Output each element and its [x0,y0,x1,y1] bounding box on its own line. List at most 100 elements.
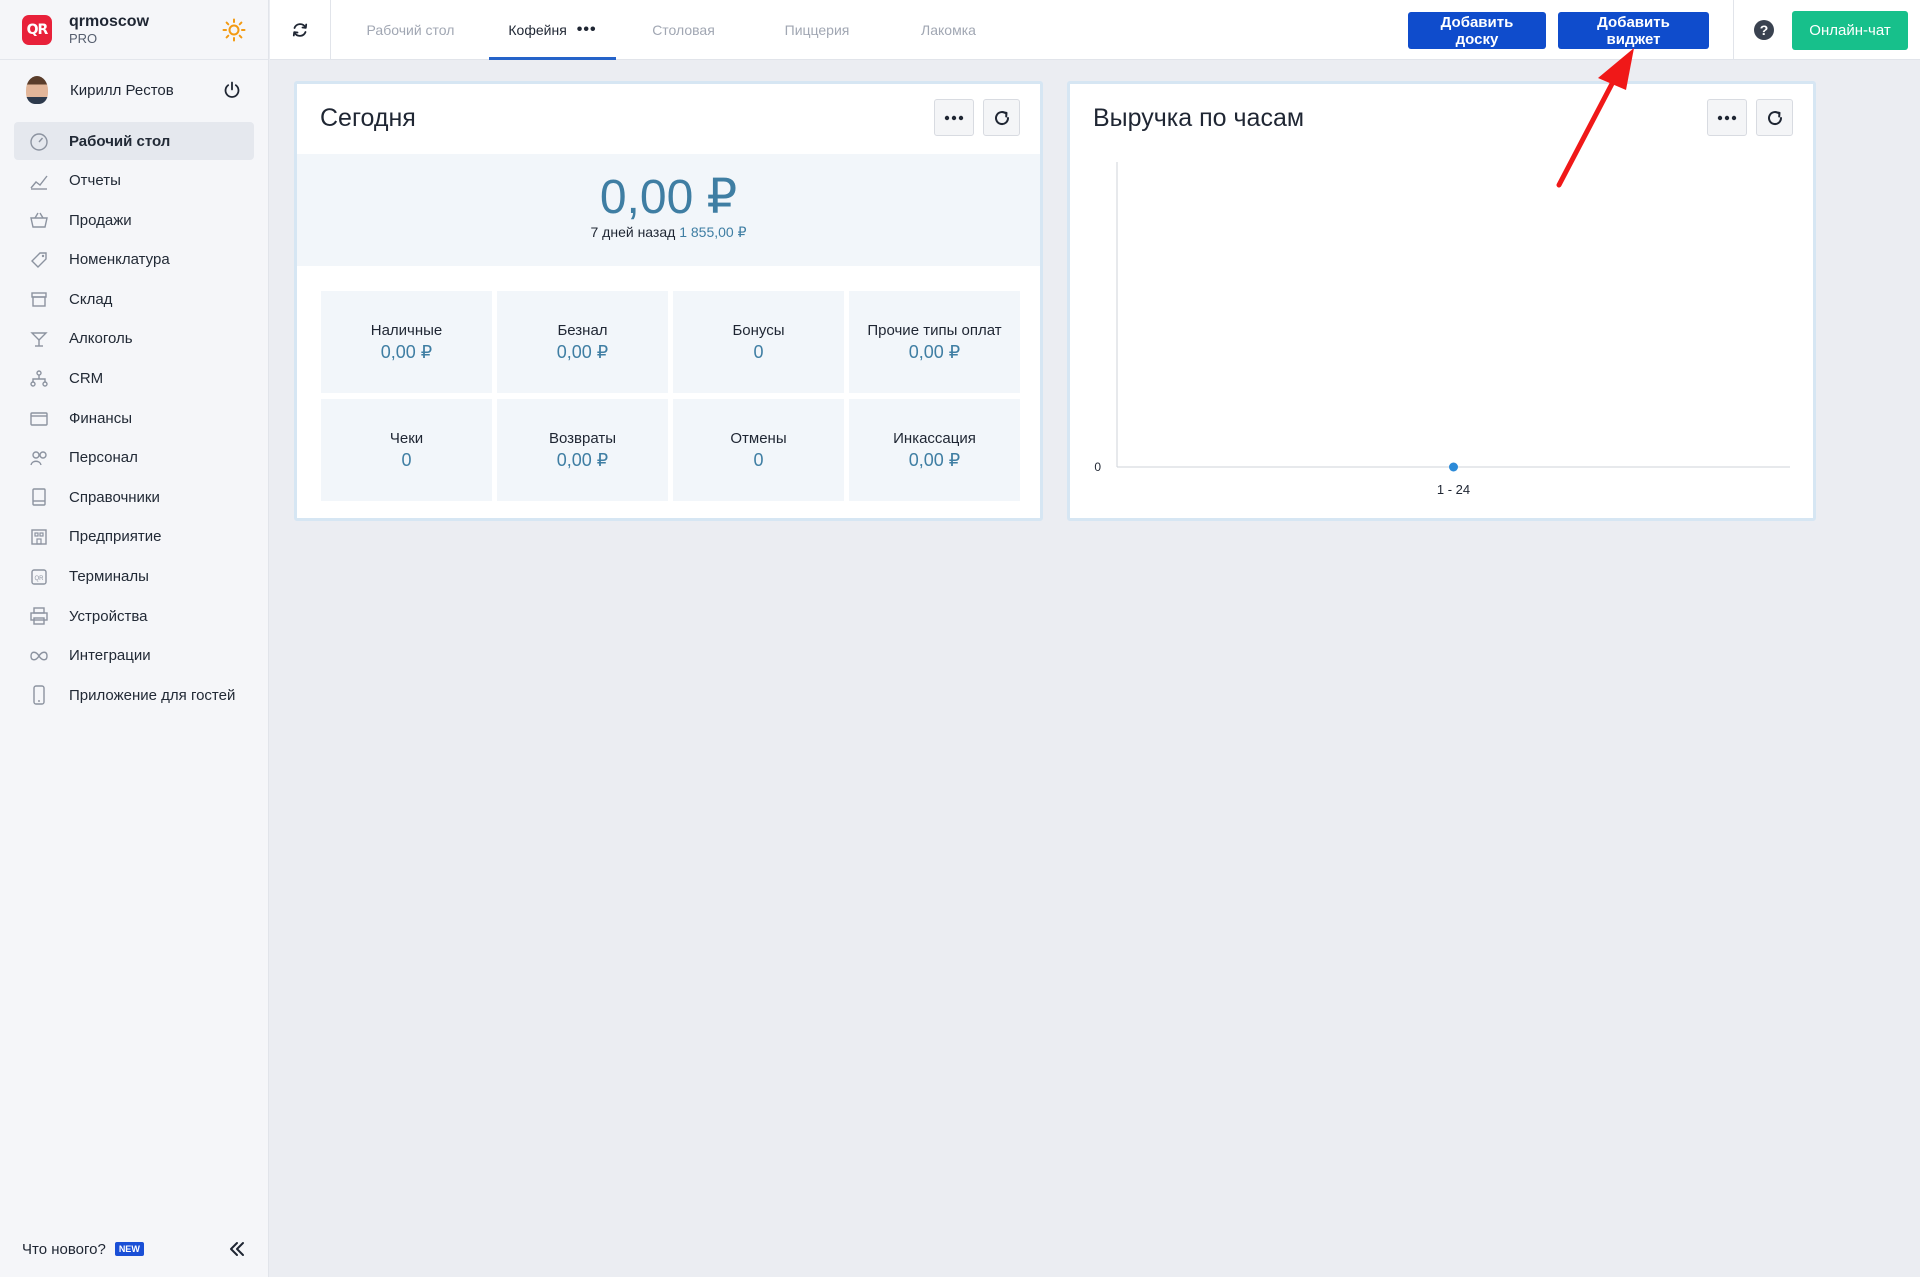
hourly-revenue-chart: 0 1 - 24 [1094,162,1790,497]
stat-label: Бонусы [732,321,785,339]
sidebar-item-10[interactable]: Предприятие [14,518,254,556]
refresh-icon [994,110,1009,125]
sidebar-item-12[interactable]: Устройства [14,597,254,635]
stat-value: 0 [753,449,764,470]
topbar-divider [1733,0,1734,60]
stat-value: 0,00 ₽ [908,449,961,470]
sidebar-item-4[interactable]: Склад [14,280,254,318]
tab-label: Пиццерия [784,22,850,38]
payment-stats-grid: Наличные 0,00 ₽ Безнал 0,00 ₽ Бонусы 0 Прочие … [321,291,1020,501]
brand-logo[interactable]: QR [22,14,52,45]
today-widget: Сегодня 0,00 ₽ 7 дней назад 1 855,00 ₽ Н… [294,81,1043,521]
today-total-band: 0,00 ₽ 7 дней назад 1 855,00 ₽ [297,154,1040,266]
sync-button[interactable] [270,0,331,60]
compare-label: 7 дней назад [590,224,676,240]
sidebar-item-label: Продажи [69,211,132,229]
stat-cell: Возвраты 0,00 ₽ [497,399,668,501]
user-row: Кирилл Рестов [0,60,268,120]
basket-icon [30,212,48,228]
whats-new-link[interactable]: Что нового? [22,1241,106,1258]
stat-label: Безнал [557,321,608,339]
reports-icon [30,175,48,190]
sidebar-item-label: Справочники [69,488,160,506]
sidebar-item-6[interactable]: CRM [14,360,254,398]
sidebar-item-7[interactable]: Финансы [14,399,254,437]
new-badge: NEW [114,1242,144,1256]
tag-icon [31,252,47,268]
stat-cell: Бонусы 0 [673,291,844,393]
widget-title: Сегодня [320,104,416,132]
tab-stolovaya[interactable]: Столовая [616,0,751,60]
stat-label: Наличные [370,321,443,339]
tab-label: Лакомка [921,22,976,38]
avatar[interactable] [26,76,48,104]
sidebar-item-label: Приложение для гостей [69,686,236,704]
widget-menu-button[interactable] [934,99,974,136]
crm-icon [30,369,48,387]
board-tabs: Рабочий стол Кофейня ••• Столовая Пиццер… [332,0,1014,60]
sidebar-item-3[interactable]: Номенклатура [14,241,254,279]
stat-value: 0 [753,341,764,362]
brand-header: QR qrmoscow PRO [0,0,268,60]
sidebar-item-label: Персонал [69,449,138,467]
stat-label: Чеки [389,429,424,447]
svg-text:?: ? [1760,22,1769,38]
sidebar-item-2[interactable]: Продажи [14,201,254,239]
more-icon [944,115,964,120]
power-icon[interactable] [222,80,242,100]
tab-rabochiy-stol[interactable]: Рабочий стол [332,0,489,60]
widget-refresh-button[interactable] [983,99,1020,136]
printer-icon [30,607,48,625]
tab-pizzeria[interactable]: Пиццерия [751,0,883,60]
sidebar-item-label: Устройства [69,607,148,625]
book-icon [32,488,46,507]
stat-cell: Чеки 0 [321,399,492,501]
sidebar-item-label: Номенклатура [69,251,170,269]
sidebar-item-label: Алкоголь [69,330,133,348]
tab-label: Столовая [652,22,715,38]
sidebar-item-5[interactable]: Алкоголь [14,320,254,358]
y-tick-label: 0 [1094,460,1101,474]
dashboard-icon [30,133,48,151]
add-board-button[interactable]: Добавить доску [1408,12,1546,49]
stat-label: Возвраты [548,429,617,447]
stat-label: Инкассация [893,429,976,447]
sidebar-item-9[interactable]: Справочники [14,478,254,516]
sidebar-item-label: Интеграции [69,647,151,665]
help-icon[interactable]: ? [1753,19,1775,41]
sun-icon[interactable] [222,18,246,42]
online-chat-button[interactable]: Онлайн-чат [1792,11,1908,50]
sidebar-item-label: Терминалы [69,568,149,586]
sidebar-item-1[interactable]: Отчеты [14,162,254,200]
building-icon [31,529,47,545]
sidebar: QR qrmoscow PRO Кирилл Рестов Рабочий ст… [0,0,269,1277]
user-name[interactable]: Кирилл Рестов [70,82,174,99]
sidebar-item-11[interactable]: QR Терминалы [14,558,254,596]
sidebar-item-label: Предприятие [69,528,162,546]
qr-terminal-icon: QR [31,568,47,585]
compare-line: 7 дней назад 1 855,00 ₽ [297,224,1040,241]
tab-kofeynya[interactable]: Кофейня ••• [489,0,616,60]
topbar: Рабочий стол Кофейня ••• Столовая Пиццер… [270,0,1920,60]
sidebar-item-13[interactable]: Интеграции [14,637,254,675]
stat-cell: Прочие типы оплат 0,00 ₽ [849,291,1020,393]
stat-value: 0,00 ₽ [556,449,609,470]
collapse-sidebar-icon[interactable] [226,1238,248,1260]
brand-name: qrmoscow [69,12,150,30]
staff-icon [30,451,47,466]
tab-label: Кофейня [508,22,567,38]
warehouse-icon [31,292,47,308]
sidebar-item-8[interactable]: Персонал [14,439,254,477]
sidebar-item-label: CRM [69,370,104,388]
stat-label: Отмены [730,429,787,447]
data-point [1449,462,1458,472]
sidebar-item-14[interactable]: Приложение для гостей [14,676,254,714]
stat-value: 0,00 ₽ [556,341,609,362]
wallet-icon [30,412,48,426]
stat-value: 0,00 ₽ [380,341,433,362]
svg-text:QR: QR [35,576,45,582]
sidebar-item-0[interactable]: Рабочий стол [14,122,254,160]
stat-cell: Наличные 0,00 ₽ [321,291,492,393]
tab-menu-icon[interactable]: ••• [577,22,597,38]
tab-lakomka[interactable]: Лакомка [883,0,1014,60]
